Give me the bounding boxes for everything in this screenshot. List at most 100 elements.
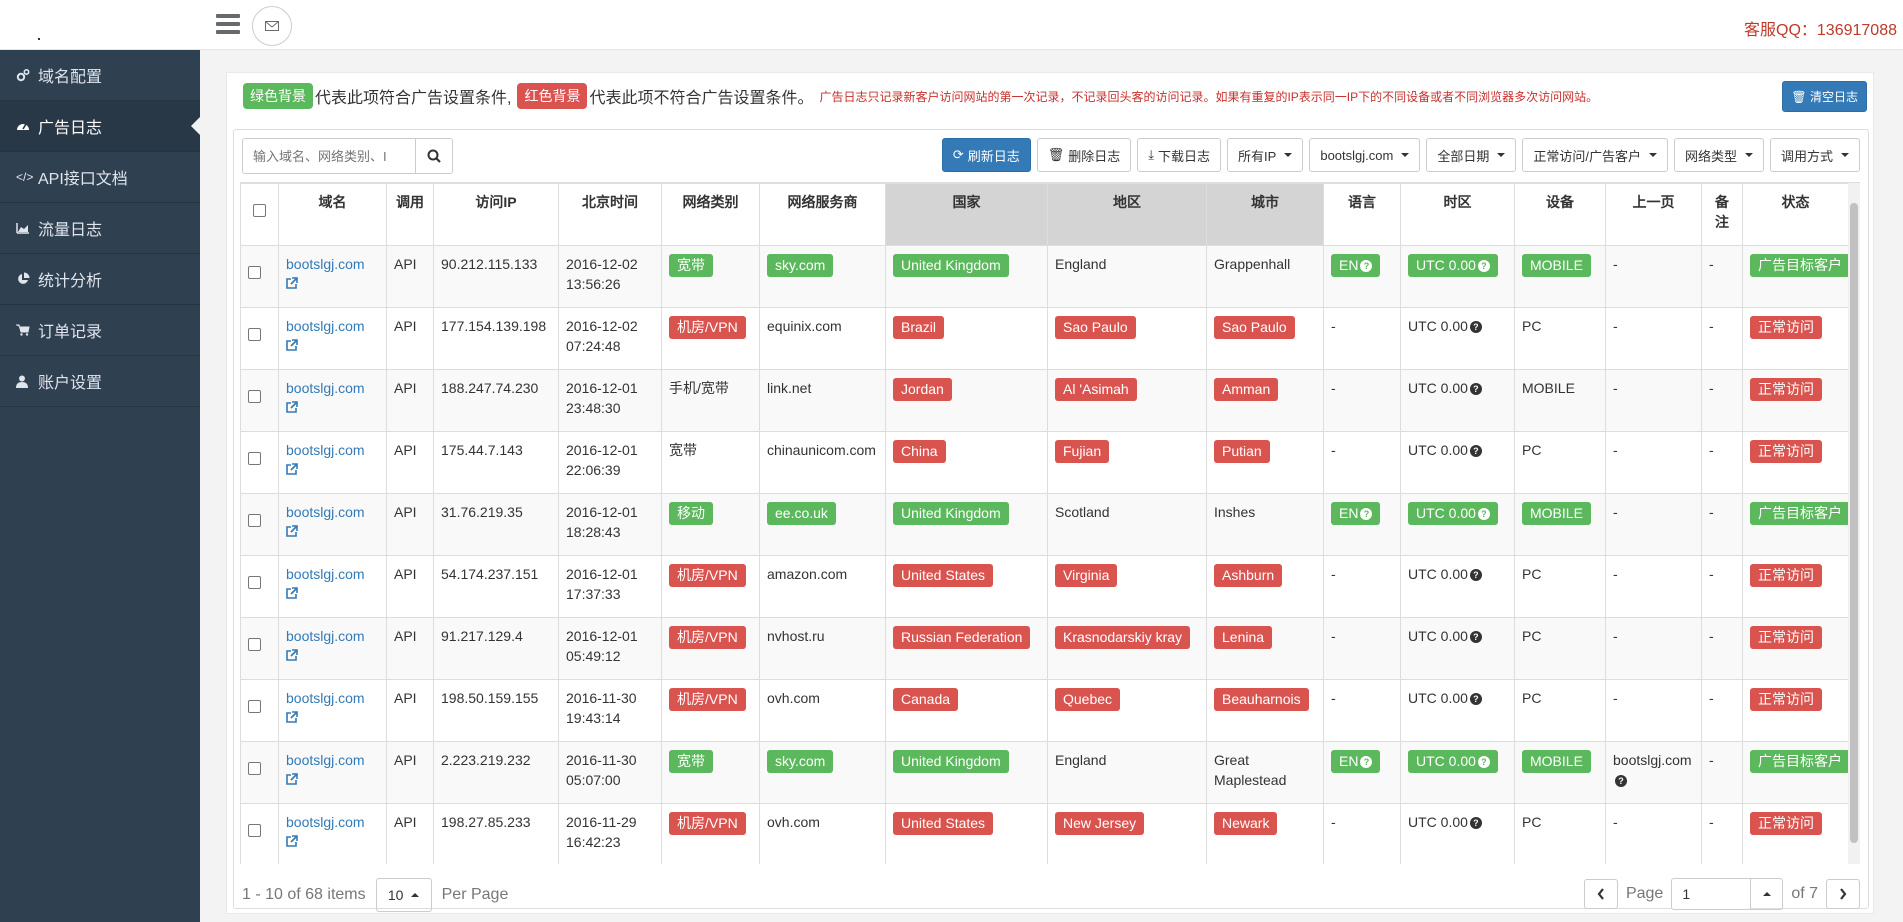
table-row[interactable]: bootslgj.com API 198.50.159.155 2016-11-…	[240, 679, 1849, 742]
sidebar: 域名配置 广告日志 </> API接口文档 流量日志 统计分析 订单记录 账户设…	[0, 50, 200, 922]
help-icon: ?	[1360, 260, 1373, 273]
domain-link[interactable]: bootslgj.com	[286, 318, 365, 334]
sidebar-item-account[interactable]: 账户设置	[0, 356, 200, 407]
table-row[interactable]: bootslgj.com API 177.154.139.198 2016-12…	[240, 307, 1849, 370]
external-link-icon[interactable]	[286, 401, 298, 413]
domain-link[interactable]: bootslgj.com	[286, 442, 365, 458]
ip-filter-dropdown[interactable]: 所有IP	[1227, 138, 1304, 172]
table-row[interactable]: bootslgj.com API 90.212.115.133 2016-12-…	[240, 245, 1850, 308]
column-header[interactable]: 语言	[1323, 183, 1401, 246]
column-header[interactable]: 地区	[1047, 183, 1207, 246]
row-checkbox[interactable]	[248, 638, 261, 651]
language-cell: EN?	[1323, 741, 1401, 804]
table-scrollbar[interactable]	[1848, 183, 1860, 864]
column-header[interactable]: 城市	[1206, 183, 1324, 246]
domain-link[interactable]: bootslgj.com	[286, 566, 365, 582]
note-value: -	[1709, 752, 1714, 768]
external-link-icon[interactable]	[286, 339, 298, 351]
delete-log-button[interactable]: 🗑 删除日志	[1036, 138, 1132, 172]
domain-link[interactable]: bootslgj.com	[286, 628, 365, 644]
table-row[interactable]: bootslgj.com API 188.247.74.230 2016-12-…	[240, 369, 1849, 432]
domain-link[interactable]: bootslgj.com	[286, 256, 365, 272]
clear-log-button[interactable]: 🗑 清空日志	[1782, 81, 1867, 112]
column-header[interactable]: 访问IP	[433, 183, 559, 246]
row-checkbox[interactable]	[248, 390, 261, 403]
table-row[interactable]: bootslgj.com API 91.217.129.4 2016-12-01…	[240, 617, 1849, 680]
row-checkbox[interactable]	[248, 576, 261, 589]
row-checkbox[interactable]	[248, 824, 261, 837]
row-checkbox[interactable]	[248, 514, 261, 527]
next-page-button[interactable]	[1826, 879, 1860, 909]
page-size-dropdown[interactable]: 10	[375, 878, 432, 912]
previous-page-cell: -	[1605, 307, 1702, 370]
network-type-badge: 机房/VPN	[669, 812, 746, 835]
call-method-filter-dropdown[interactable]: 调用方式	[1769, 138, 1860, 172]
date-filter-dropdown[interactable]: 全部日期	[1426, 138, 1517, 172]
domain-link[interactable]: bootslgj.com	[286, 380, 365, 396]
city-value: Inshes	[1214, 504, 1256, 520]
domain-filter-dropdown[interactable]: bootslgj.com	[1309, 138, 1421, 172]
column-header[interactable]: 时区	[1400, 183, 1515, 246]
refresh-log-button[interactable]: ⟳ 刷新日志	[941, 138, 1031, 172]
column-header[interactable]: 上一页	[1605, 183, 1702, 246]
sidebar-item-orders[interactable]: 订单记录	[0, 305, 200, 356]
sidebar-item-api-docs[interactable]: </> API接口文档	[0, 152, 200, 203]
country-badge: Canada	[893, 688, 959, 711]
row-checkbox[interactable]	[248, 452, 261, 465]
row-checkbox[interactable]	[248, 328, 261, 341]
table-row[interactable]: bootslgj.com API 2.223.219.232 2016-11-3…	[240, 741, 1850, 804]
column-header[interactable]: 域名	[278, 183, 387, 246]
row-checkbox[interactable]	[248, 266, 261, 279]
column-header[interactable]: 国家	[885, 183, 1048, 246]
table-row[interactable]: bootslgj.com API 54.174.237.151 2016-12-…	[240, 555, 1849, 618]
time-cell: 2016-12-01 17:37:33	[558, 555, 662, 618]
language-value: -	[1331, 814, 1336, 830]
external-link-icon[interactable]	[286, 525, 298, 537]
download-log-button[interactable]: ⤓ 下载日志	[1137, 138, 1222, 172]
column-header[interactable]: 调用	[386, 183, 434, 246]
select-all-checkbox[interactable]	[253, 204, 266, 217]
column-header[interactable]: 网络类别	[661, 183, 760, 246]
table-row[interactable]: bootslgj.com API 198.27.85.233 2016-11-2…	[240, 803, 1849, 864]
row-checkbox[interactable]	[248, 762, 261, 775]
sidebar-item-ad-log[interactable]: 广告日志	[0, 101, 200, 152]
page-stepper[interactable]	[1751, 878, 1784, 910]
external-link-icon[interactable]	[286, 773, 298, 785]
log-table: 域名 调用 访问IP 北京时间 网络类别 网络服务商 国家 地区 城市 语言 时…	[240, 183, 1850, 864]
sidebar-item-stats[interactable]: 统计分析	[0, 254, 200, 305]
column-header[interactable]: 备注	[1701, 183, 1743, 246]
network-type-filter-dropdown[interactable]: 网络类型	[1673, 138, 1764, 172]
search-button[interactable]	[415, 138, 453, 174]
menu-toggle-icon[interactable]	[216, 14, 240, 34]
mail-button[interactable]	[252, 6, 292, 46]
search-input[interactable]	[242, 138, 416, 174]
domain-link[interactable]: bootslgj.com	[286, 814, 365, 830]
external-link-icon[interactable]	[286, 463, 298, 475]
table-row[interactable]: bootslgj.com API 175.44.7.143 2016-12-01…	[240, 431, 1849, 494]
column-header[interactable]: 网络服务商	[759, 183, 886, 246]
country-cell: United States	[885, 803, 1048, 864]
row-checkbox[interactable]	[248, 700, 261, 713]
status-value: 正常访问	[1758, 443, 1814, 459]
ip-cell: 90.212.115.133	[433, 245, 559, 308]
external-link-icon[interactable]	[286, 711, 298, 723]
network-type-badge: 宽带	[669, 750, 713, 773]
external-link-icon[interactable]	[286, 277, 298, 289]
toolbar: ⟳ 刷新日志 🗑 删除日志 ⤓ 下载日志 所有IP bootslgj.com 全部日期…	[941, 138, 1860, 172]
column-header[interactable]: 设备	[1514, 183, 1606, 246]
domain-link[interactable]: bootslgj.com	[286, 690, 365, 706]
sidebar-item-traffic-log[interactable]: 流量日志	[0, 203, 200, 254]
column-header[interactable]: 北京时间	[558, 183, 662, 246]
external-link-icon[interactable]	[286, 587, 298, 599]
external-link-icon[interactable]	[286, 835, 298, 847]
scrollbar-thumb[interactable]	[1850, 203, 1858, 843]
domain-link[interactable]: bootslgj.com	[286, 504, 365, 520]
sidebar-item-domain-config[interactable]: 域名配置	[0, 50, 200, 101]
domain-link[interactable]: bootslgj.com	[286, 752, 365, 768]
prev-page-button[interactable]	[1583, 879, 1618, 909]
table-row[interactable]: bootslgj.com API 31.76.219.35 2016-12-01…	[240, 493, 1850, 556]
page-number-input[interactable]	[1671, 878, 1752, 910]
visit-type-filter-dropdown[interactable]: 正常访问/广告客户	[1522, 138, 1668, 172]
external-link-icon[interactable]	[286, 649, 298, 661]
column-header[interactable]: 状态	[1742, 183, 1849, 246]
